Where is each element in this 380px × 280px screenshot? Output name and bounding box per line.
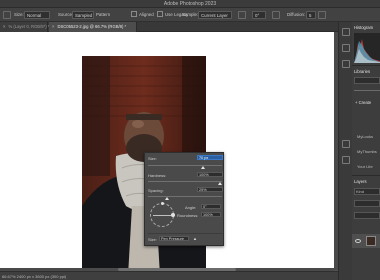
clone-source-icon[interactable] — [342, 156, 350, 164]
sample-dropdown[interactable]: Current Layer — [198, 11, 232, 19]
adjustments-icon[interactable] — [342, 60, 350, 68]
size-control-label: Size: — [148, 237, 157, 242]
tab-layer-document[interactable]: ×% (Layer 0, RGB/8*) * — [0, 22, 50, 32]
layers-title: Layers — [354, 179, 367, 184]
document-tab-bar: ×% (Layer 0, RGB/8*) * × DSC05523-2.jpg @… — [0, 22, 352, 32]
status-bar: 66.67% 2400 px x 3600 px (300 ppi) — [0, 271, 352, 280]
blend-mode-dropdown[interactable] — [354, 200, 380, 207]
diffusion-field[interactable]: 5 — [306, 11, 316, 19]
zoom-and-doc-size: 66.67% 2400 px x 3600 px (300 ppi) — [2, 274, 67, 279]
tab-active-document[interactable]: × DSC05523-2.jpg @ 66.7% (RGB/8) * — [49, 22, 137, 32]
library-separator — [354, 90, 380, 91]
tab-label: % (Layer 0, RGB/8*) * — [8, 24, 50, 29]
ignore-adjustment-icon[interactable] — [238, 11, 246, 19]
brush-size-field[interactable]: 70 px — [197, 155, 223, 160]
visibility-eye-icon[interactable] — [355, 239, 361, 243]
close-tab-icon[interactable]: × — [52, 24, 54, 29]
lock-options-row[interactable] — [354, 212, 380, 219]
hardness-label: Hardness: — [148, 173, 167, 178]
spacing-label: Spacing: — [148, 188, 164, 193]
layers-panel: Layers Kind — [352, 176, 380, 280]
create-library-button[interactable]: + Create — [355, 100, 371, 105]
settings-gear-icon[interactable] — [318, 11, 326, 19]
histogram-title: Histogram — [354, 25, 374, 30]
document-canvas[interactable]: Size: 70 px Hardness: 100% Spacing: 25% … — [0, 32, 334, 276]
app-title: Adobe Photoshop 2023 — [163, 1, 217, 7]
angle-field[interactable]: 0° — [201, 204, 221, 209]
layer-row[interactable] — [352, 234, 380, 248]
hardness-slider[interactable] — [148, 181, 222, 182]
properties-icon[interactable] — [342, 44, 350, 52]
brush-angle-dial[interactable] — [150, 202, 175, 227]
layer-thumbnail — [366, 236, 376, 246]
diffusion-label: Diffusion: — [287, 12, 306, 17]
hardness-field[interactable]: 100% — [197, 172, 223, 177]
size-label: Size: — [14, 12, 24, 17]
histogram-graph — [354, 33, 380, 63]
spacing-slider-handle[interactable] — [164, 197, 169, 200]
panel-divider — [148, 233, 222, 234]
tool-preset-icon[interactable] — [3, 11, 11, 19]
histogram-panel: Histogram — [352, 22, 380, 66]
source-pattern-button[interactable]: Pattern — [96, 11, 110, 19]
library-search-field[interactable] — [354, 77, 380, 84]
spacing-field[interactable]: 25% — [197, 187, 223, 192]
tab-label: DSC05523-2.jpg @ 66.7% (RGB/8) * — [57, 24, 127, 29]
pressure-size-icon[interactable] — [272, 11, 280, 19]
source-label: Source: — [58, 12, 74, 17]
history-icon[interactable] — [342, 28, 350, 36]
right-panels: Histogram Libraries + Create MyLooks MyT… — [352, 22, 380, 280]
canvas-area[interactable]: Size: 70 px Hardness: 100% Spacing: 25% … — [0, 32, 336, 276]
library-item[interactable]: MyThumbs — [357, 149, 377, 154]
layer-kind-filter[interactable]: Kind — [356, 189, 364, 194]
aligned-checkbox[interactable]: Aligned — [131, 11, 154, 19]
hardness-slider-handle[interactable] — [217, 182, 222, 185]
panel-icon-strip — [338, 22, 352, 280]
brush-options-panel[interactable]: Size: 70 px Hardness: 100% Spacing: 25% … — [144, 152, 224, 246]
brush-size-slider-handle[interactable] — [200, 166, 205, 169]
sample-label: Sample: — [182, 12, 199, 17]
brush-size-label: Size: — [148, 156, 157, 161]
close-tab-icon[interactable]: × — [3, 24, 5, 29]
brush-size-slider[interactable] — [148, 165, 222, 166]
angle-label: Angle: — [185, 205, 197, 210]
size-control-dropdown[interactable]: Pen Pressure — [159, 236, 189, 241]
title-bar: Adobe Photoshop 2023 — [0, 0, 380, 8]
size-dropdown[interactable]: Normal — [24, 11, 50, 19]
dial-axis — [153, 215, 171, 216]
angle-field[interactable]: 0° — [252, 11, 266, 19]
warning-icon: ▲ — [193, 236, 197, 241]
libraries-title: Libraries — [354, 69, 371, 74]
libraries-panel: Libraries + Create MyLooks MyThumbs Your… — [352, 66, 380, 176]
spacing-slider[interactable] — [148, 196, 222, 197]
roundness-field[interactable]: 100% — [201, 212, 221, 217]
library-item[interactable]: Your Libr — [357, 164, 373, 169]
angle-handle[interactable] — [161, 202, 164, 205]
brush-settings-icon[interactable] — [342, 140, 350, 148]
roundness-label: Roundness: — [177, 213, 199, 218]
options-bar: Size: Normal Source: Sampled Pattern Ali… — [0, 8, 380, 22]
source-sampled-button[interactable]: Sampled — [72, 11, 94, 19]
library-item[interactable]: MyLooks — [357, 134, 373, 139]
roundness-handle[interactable] — [171, 213, 175, 217]
